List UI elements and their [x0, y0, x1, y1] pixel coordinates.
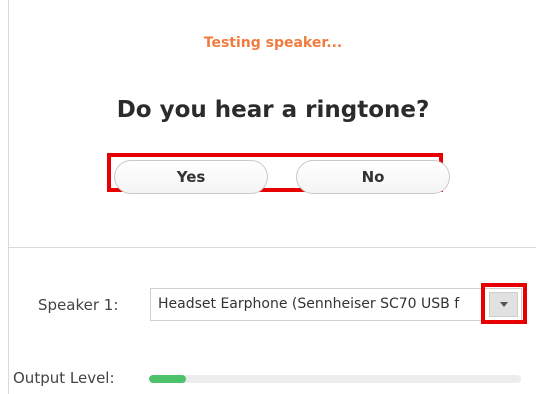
output-level-label: Output Level:: [13, 369, 115, 387]
ringtone-question: Do you hear a ringtone?: [116, 97, 430, 123]
yes-button[interactable]: Yes: [114, 160, 268, 194]
dropdown-highlight: [481, 283, 527, 324]
testing-status: Testing speaker...: [203, 35, 343, 51]
audio-test-panel: Testing speaker... Do you hear a rington…: [8, 0, 536, 394]
speaker-label: Speaker 1:: [38, 296, 119, 314]
output-level-fill: [149, 375, 187, 383]
section-divider: [9, 247, 536, 248]
no-button[interactable]: No: [296, 160, 450, 194]
speaker-select-value: Headset Earphone (Sennheiser SC70 USB f: [158, 296, 460, 312]
speaker-select[interactable]: Headset Earphone (Sennheiser SC70 USB f: [150, 288, 522, 321]
output-level-meter: [149, 375, 521, 383]
